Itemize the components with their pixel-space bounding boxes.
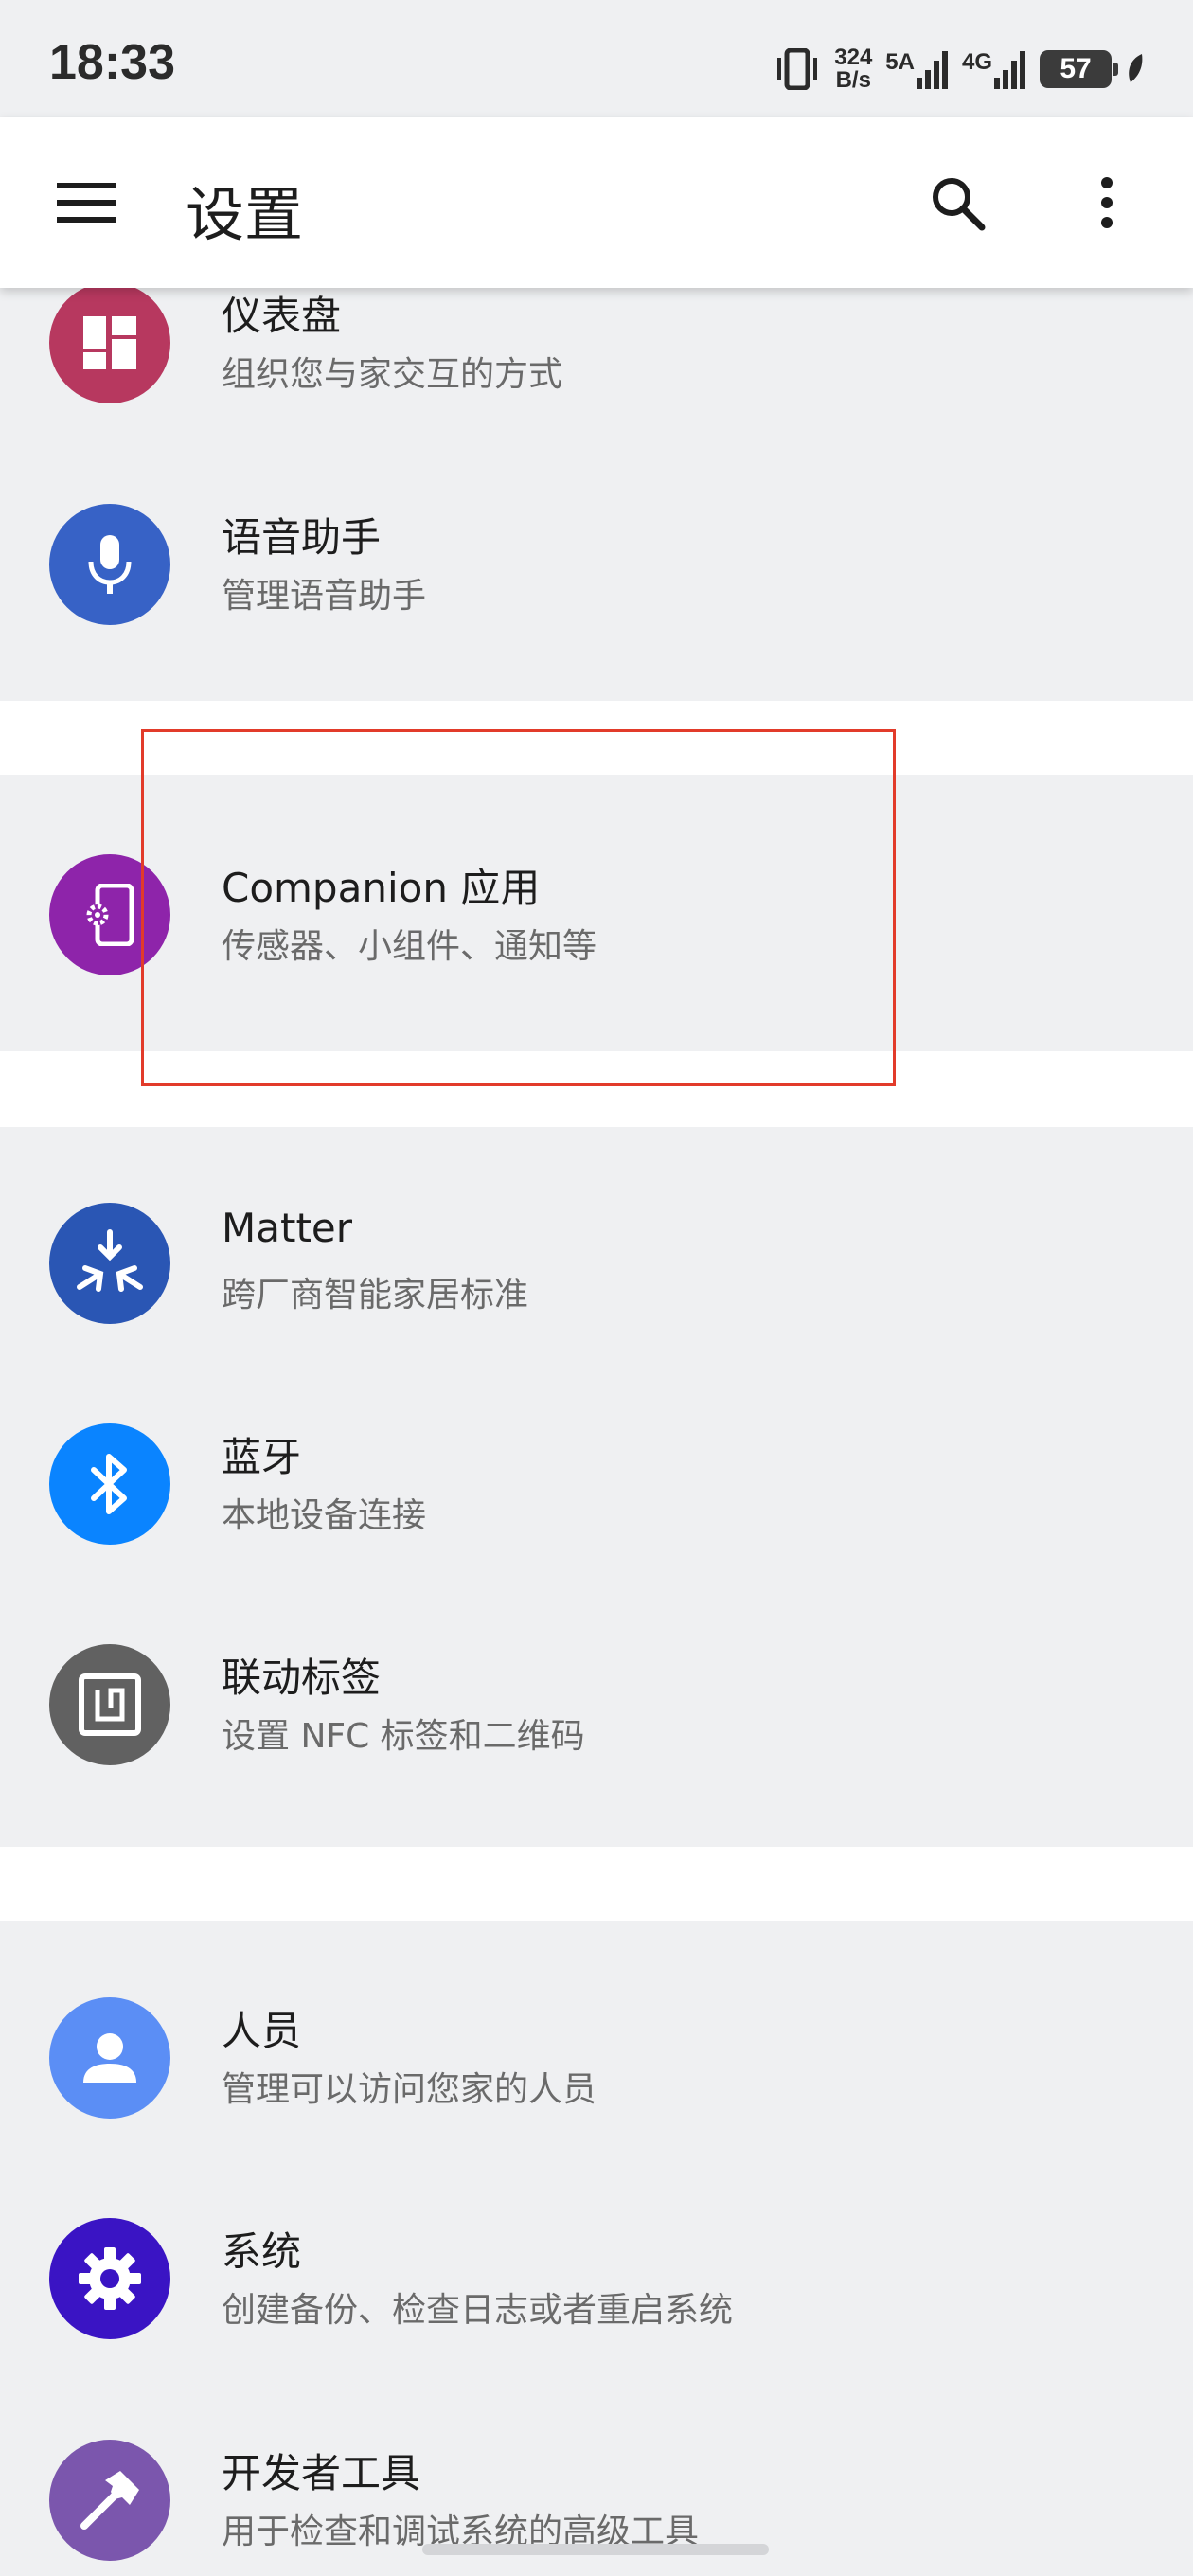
item-subtitle: 创建备份、检查日志或者重启系统 bbox=[222, 2291, 734, 2330]
item-title: 联动标签 bbox=[222, 1655, 382, 1701]
microphone-icon bbox=[88, 535, 132, 594]
section-divider bbox=[0, 1847, 1193, 1921]
item-title: 仪表盘 bbox=[222, 293, 342, 339]
status-bar: 18:33 324 B/s 5A 4G 57 bbox=[0, 0, 1193, 117]
dashboard-icon bbox=[83, 316, 136, 369]
item-subtitle: 传感器、小组件、通知等 bbox=[222, 927, 597, 966]
bluetooth-icon bbox=[91, 1454, 127, 1514]
settings-item-voice-assistant[interactable]: 语音助手 管理语音助手 bbox=[0, 455, 1193, 674]
signal-bars-icon bbox=[916, 51, 948, 89]
signal-bars-icon bbox=[994, 51, 1025, 89]
companion-app-icon bbox=[86, 884, 134, 946]
menu-icon bbox=[57, 183, 116, 223]
settings-item-people[interactable]: 人员 管理可以访问您家的人员 bbox=[0, 1948, 1193, 2168]
more-vert-icon bbox=[1101, 177, 1113, 228]
matter-icon bbox=[77, 1229, 143, 1292]
item-subtitle: 管理语音助手 bbox=[222, 577, 427, 616]
item-subtitle: 本地设备连接 bbox=[222, 1496, 427, 1535]
net-speed: 324 B/s bbox=[834, 46, 872, 92]
signal-4g: 4G bbox=[962, 49, 1026, 89]
item-subtitle: 组织您与家交互的方式 bbox=[222, 355, 563, 394]
microphone-icon-circle bbox=[49, 504, 170, 625]
matter-icon-circle bbox=[49, 1203, 170, 1324]
status-icons: 324 B/s 5A 4G 57 bbox=[774, 36, 1146, 102]
settings-item-bluetooth[interactable]: 蓝牙 本地设备连接 bbox=[0, 1374, 1193, 1594]
nfc-tag-icon-circle bbox=[49, 1644, 170, 1765]
person-icon-circle bbox=[49, 1997, 170, 2119]
battery-indicator: 57 bbox=[1040, 50, 1118, 88]
hammer-icon bbox=[80, 2471, 139, 2530]
battery-level: 57 bbox=[1059, 53, 1092, 84]
companion-app-icon-circle bbox=[49, 854, 170, 975]
item-title: 开发者工具 bbox=[222, 2450, 421, 2496]
signal-4g-label: 4G bbox=[961, 49, 992, 75]
item-subtitle: 管理可以访问您家的人员 bbox=[222, 2070, 597, 2109]
signal-5a-label: 5A bbox=[885, 49, 915, 75]
leaf-icon bbox=[1129, 54, 1143, 82]
status-time: 18:33 bbox=[49, 35, 175, 90]
settings-item-nfc-tags[interactable]: 联动标签 设置 NFC 标签和二维码 bbox=[0, 1595, 1193, 1815]
hammer-icon-circle bbox=[49, 2440, 170, 2561]
bluetooth-icon-circle bbox=[49, 1423, 170, 1545]
vibrate-icon bbox=[777, 48, 818, 90]
net-speed-value: 324 bbox=[834, 45, 873, 70]
signal-5a: 5A bbox=[885, 49, 949, 89]
more-options-button[interactable] bbox=[1064, 165, 1149, 241]
person-icon bbox=[83, 2033, 136, 2083]
app-bar: 设置 bbox=[0, 117, 1193, 288]
item-subtitle: 设置 NFC 标签和二维码 bbox=[222, 1717, 585, 1756]
item-title: Matter bbox=[222, 1205, 353, 1251]
item-title: 语音助手 bbox=[222, 514, 382, 561]
gear-icon bbox=[79, 2247, 141, 2310]
item-title: 系统 bbox=[222, 2228, 302, 2275]
home-indicator[interactable] bbox=[422, 2544, 769, 2555]
settings-item-matter[interactable]: Matter 跨厂商智能家居标准 bbox=[0, 1154, 1193, 1373]
search-button[interactable] bbox=[915, 165, 1000, 241]
section-divider bbox=[0, 1051, 1193, 1127]
item-title: Companion 应用 bbox=[222, 865, 541, 911]
gear-icon-circle bbox=[49, 2218, 170, 2339]
dashboard-icon-circle bbox=[49, 282, 170, 403]
section-divider bbox=[0, 701, 1193, 775]
net-speed-unit: B/s bbox=[835, 67, 871, 93]
item-title: 蓝牙 bbox=[222, 1434, 302, 1480]
settings-item-system[interactable]: 系统 创建备份、检查日志或者重启系统 bbox=[0, 2169, 1193, 2388]
item-subtitle: 跨厂商智能家居标准 bbox=[222, 1276, 529, 1315]
page-title: 设置 bbox=[186, 180, 304, 249]
nfc-tag-icon bbox=[79, 1673, 141, 1736]
menu-button[interactable] bbox=[44, 165, 129, 241]
item-title: 人员 bbox=[222, 2008, 302, 2054]
settings-item-companion-app[interactable]: Companion 应用 传感器、小组件、通知等 bbox=[0, 805, 1193, 1025]
search-icon bbox=[933, 178, 986, 231]
